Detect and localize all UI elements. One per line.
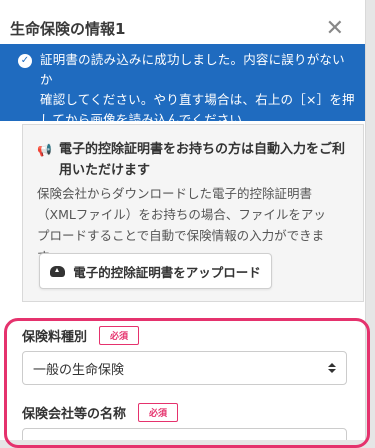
close-icon[interactable]: ✕ [326, 17, 344, 40]
alert-message: 証明書の読み込みに成功しました。内容に誤りがないか 確認してください。やり直す場… [40, 50, 356, 127]
import-title: 📢 電子的控除証明書をお持ちの方は自動入力をご利 用いただけます [37, 139, 349, 181]
alert-line: 確認してください。やり直す場合は、右上の［×］を押 [40, 92, 355, 107]
import-desc-line: プロードすることで自動で保険情報の入力ができま [37, 228, 325, 243]
check-circle-icon: ✓ [18, 54, 32, 68]
upload-certificate-button[interactable]: 電子的控除証明書をアップロード [39, 253, 272, 289]
import-title-line: 電子的控除証明書をお持ちの方は自動入力をご利 [59, 142, 346, 157]
import-desc-line: （XMLファイル）をお持ちの場合、ファイルをアッ [37, 207, 326, 222]
upload-button-label: 電子的控除証明書をアップロード [73, 264, 261, 280]
import-desc-line: 保険会社からダウンロードした電子的控除証明書 [37, 186, 313, 201]
electronic-certificate-box: 📢 電子的控除証明書をお持ちの方は自動入力をご利 用いただけます 保険会社からダ… [22, 124, 364, 302]
megaphone-icon: 📢 [37, 143, 52, 157]
import-title-line: 用いただけます [59, 163, 151, 178]
cloud-upload-icon [50, 265, 66, 277]
alert-line: 証明書の読み込みに成功しました。内容に誤りがないか [40, 52, 345, 87]
success-alert: ✓ 証明書の読み込みに成功しました。内容に誤りがないか 確認してください。やり直… [0, 44, 365, 127]
highlight-outline [4, 318, 370, 448]
page-title: 生命保険の情報1 [10, 20, 126, 38]
